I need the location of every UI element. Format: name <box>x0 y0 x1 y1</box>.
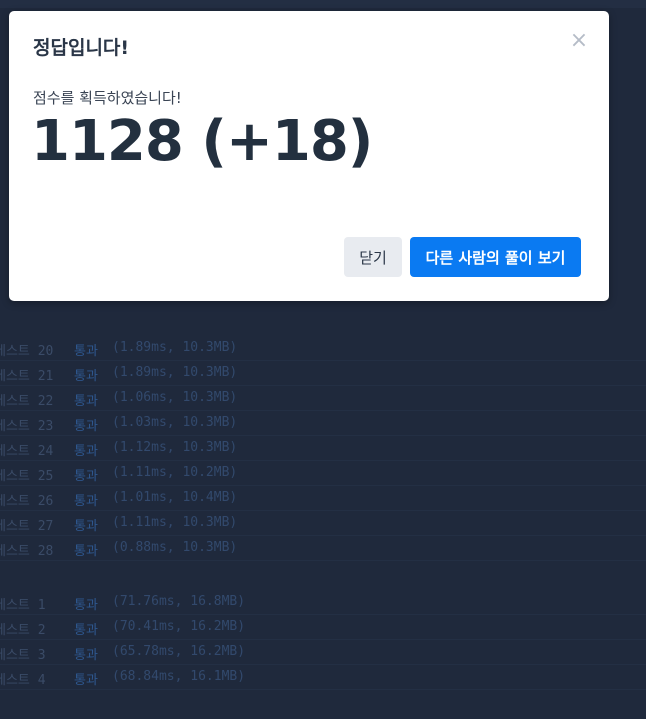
result-modal: 정답입니다! × 점수를 획득하였습니다! 1128 (+18) 닫기 다른 사… <box>9 11 609 301</box>
score-value: 1128 (+18) <box>31 109 373 174</box>
score-label: 점수를 획득하였습니다! <box>33 89 182 107</box>
view-solutions-button[interactable]: 다른 사람의 풀이 보기 <box>410 237 581 277</box>
modal-title: 정답입니다! <box>33 37 130 59</box>
close-button[interactable]: 닫기 <box>344 237 402 277</box>
close-icon[interactable]: × <box>569 30 589 52</box>
